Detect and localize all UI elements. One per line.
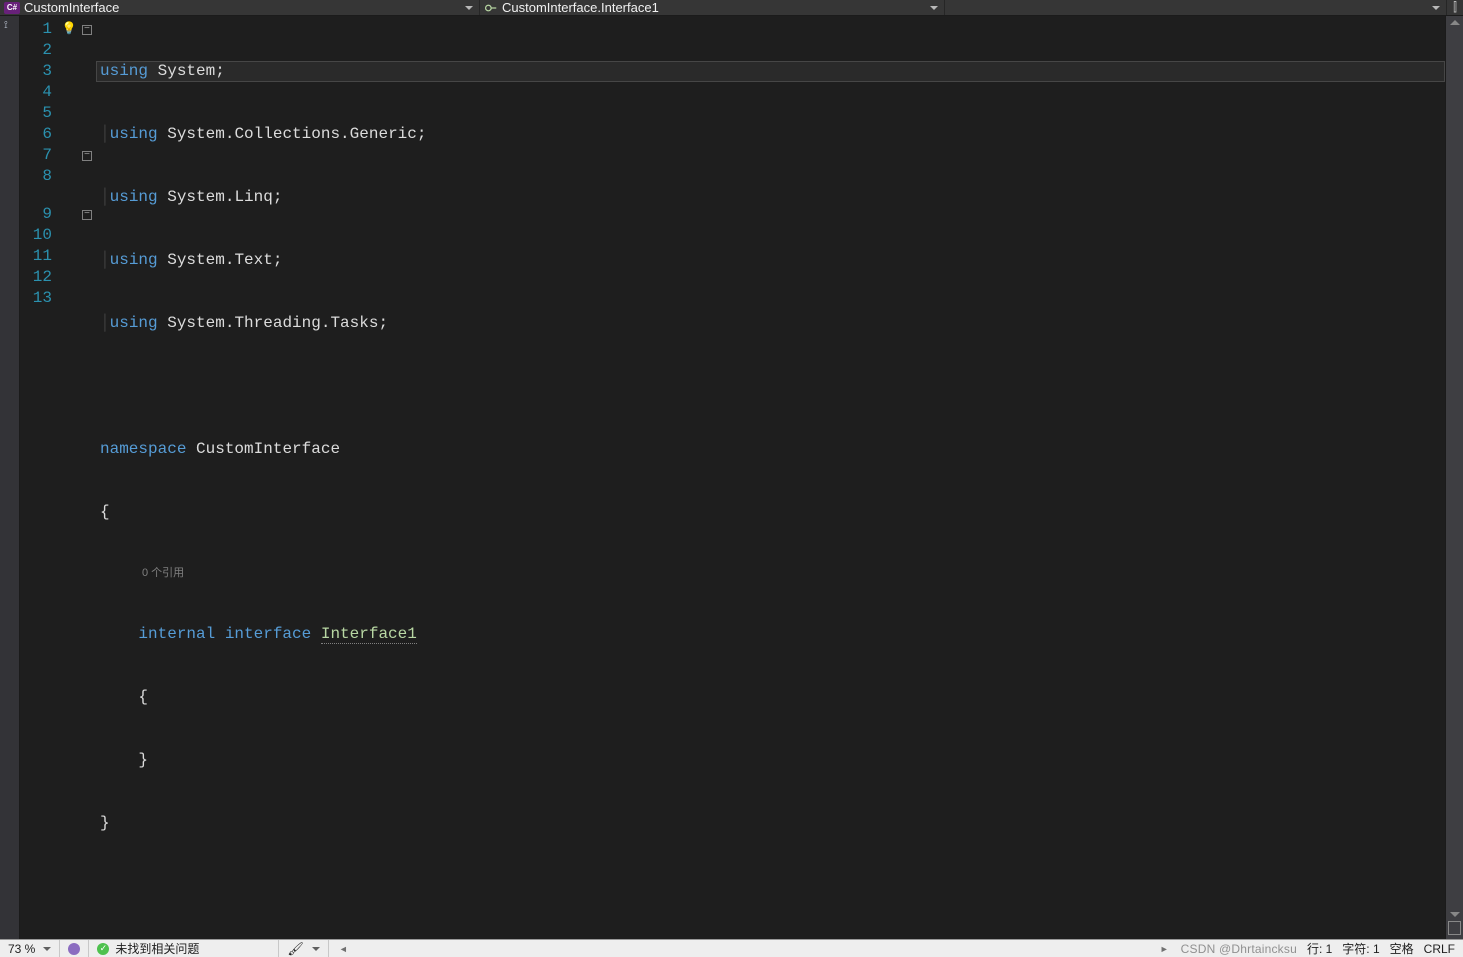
line-number: 7 — [20, 145, 52, 166]
vertical-scrollbar[interactable] — [1445, 16, 1463, 939]
code-content[interactable]: using System; │using System.Collections.… — [96, 16, 1445, 939]
horizontal-scrollbar[interactable]: ◄ — [329, 940, 1150, 957]
chevron-down-icon — [930, 6, 938, 10]
line-number: 13 — [20, 288, 52, 309]
lightbulb-icon[interactable]: 💡 — [62, 19, 77, 40]
issues-label: 未找到相关问题 — [115, 940, 199, 957]
fold-toggle[interactable]: − — [82, 25, 92, 35]
tracking-icon[interactable]: ⟟ — [4, 20, 16, 32]
line-number: 9 — [20, 204, 52, 225]
class-dropdown-label: CustomInterface — [24, 0, 119, 15]
line-number: 12 — [20, 267, 52, 288]
editor-split-controls: ⫿ — [1446, 0, 1463, 15]
status-bar: 73 % ✓ 未找到相关问题 🖌 ◄ ► CSDN @Dhrtaincksu 行… — [0, 939, 1463, 957]
zoom-label: 73 % — [8, 942, 35, 956]
line-indicator[interactable]: 行: 1 — [1307, 940, 1332, 957]
code-line[interactable]: │using System.Text; — [96, 250, 1445, 271]
code-line[interactable]: } — [96, 750, 1445, 771]
indent-indicator[interactable]: 空格 — [1390, 940, 1414, 957]
code-line[interactable]: │using System.Linq; — [96, 187, 1445, 208]
code-editor[interactable]: 1 2 3 4 5 6 7 8 9 10 11 12 13 💡 − − — [20, 16, 1445, 939]
watermark-text: CSDN @Dhrtaincksu — [1181, 942, 1297, 956]
code-line[interactable] — [96, 376, 1445, 397]
brush-icon: 🖌 — [287, 941, 304, 957]
editor-area: ⟟ 1 2 3 4 5 6 7 8 9 10 11 12 13 💡 − — [0, 16, 1463, 939]
code-line[interactable]: } — [96, 813, 1445, 834]
line-number: 4 — [20, 82, 52, 103]
scroll-up-icon[interactable] — [1450, 20, 1460, 25]
interface-icon — [484, 1, 498, 15]
code-line[interactable]: internal interface Interface1 — [96, 624, 1445, 645]
class-dropdown[interactable]: C# CustomInterface — [0, 0, 480, 15]
line-number: 2 — [20, 40, 52, 61]
line-number: 3 — [20, 61, 52, 82]
code-line[interactable]: │using System.Threading.Tasks; — [96, 313, 1445, 334]
code-line[interactable]: { — [96, 687, 1445, 708]
line-number: 10 — [20, 225, 52, 246]
line-number-gutter: 1 2 3 4 5 6 7 8 9 10 11 12 13 — [20, 16, 60, 939]
scroll-down-icon[interactable] — [1450, 912, 1460, 917]
health-icon — [68, 943, 80, 955]
code-line[interactable] — [96, 876, 1445, 897]
indicator-margin: ⟟ — [0, 16, 20, 939]
fold-toggle[interactable]: − — [82, 210, 92, 220]
chevron-down-icon — [465, 6, 473, 10]
split-icon[interactable]: ⫿ — [1453, 0, 1457, 15]
scroll-right-icon[interactable]: ► — [1158, 944, 1171, 954]
health-indicator[interactable] — [60, 940, 89, 957]
code-line[interactable]: namespace CustomInterface — [96, 439, 1445, 460]
outlining-margin: − − − — [78, 16, 96, 939]
eol-indicator[interactable]: CRLF — [1424, 942, 1455, 956]
code-line[interactable]: │using System.Collections.Generic; — [96, 124, 1445, 145]
status-right: ► CSDN @Dhrtaincksu 行: 1 字符: 1 空格 CRLF — [1150, 940, 1463, 957]
char-indicator[interactable]: 字符: 1 — [1342, 940, 1379, 957]
scroll-overview[interactable] — [1448, 921, 1461, 935]
extra-dropdown[interactable] — [945, 0, 1446, 15]
code-line[interactable]: { — [96, 502, 1445, 523]
line-number: 1 — [20, 19, 52, 40]
codelens-references[interactable]: 0 个引用 — [96, 565, 1445, 582]
check-icon: ✓ — [97, 943, 109, 955]
chevron-down-icon — [312, 947, 320, 951]
line-number: 11 — [20, 246, 52, 267]
member-dropdown[interactable]: CustomInterface.Interface1 — [480, 0, 945, 15]
navigation-bar: C# CustomInterface CustomInterface.Inter… — [0, 0, 1463, 16]
chevron-down-icon — [1432, 6, 1440, 10]
cleanup-button[interactable]: 🖌 — [279, 940, 329, 957]
lightbulb-margin: 💡 — [60, 16, 78, 939]
line-number: 6 — [20, 124, 52, 145]
chevron-down-icon — [43, 947, 51, 951]
code-line[interactable]: using System; — [96, 61, 1445, 82]
fold-toggle[interactable]: − — [82, 151, 92, 161]
error-list-summary[interactable]: ✓ 未找到相关问题 — [89, 940, 279, 957]
line-number: 8 — [20, 166, 52, 187]
csharp-icon: C# — [4, 2, 20, 14]
line-number: 5 — [20, 103, 52, 124]
zoom-control[interactable]: 73 % — [0, 940, 60, 957]
scroll-left-icon[interactable]: ◄ — [337, 944, 350, 954]
member-dropdown-label: CustomInterface.Interface1 — [502, 0, 659, 15]
